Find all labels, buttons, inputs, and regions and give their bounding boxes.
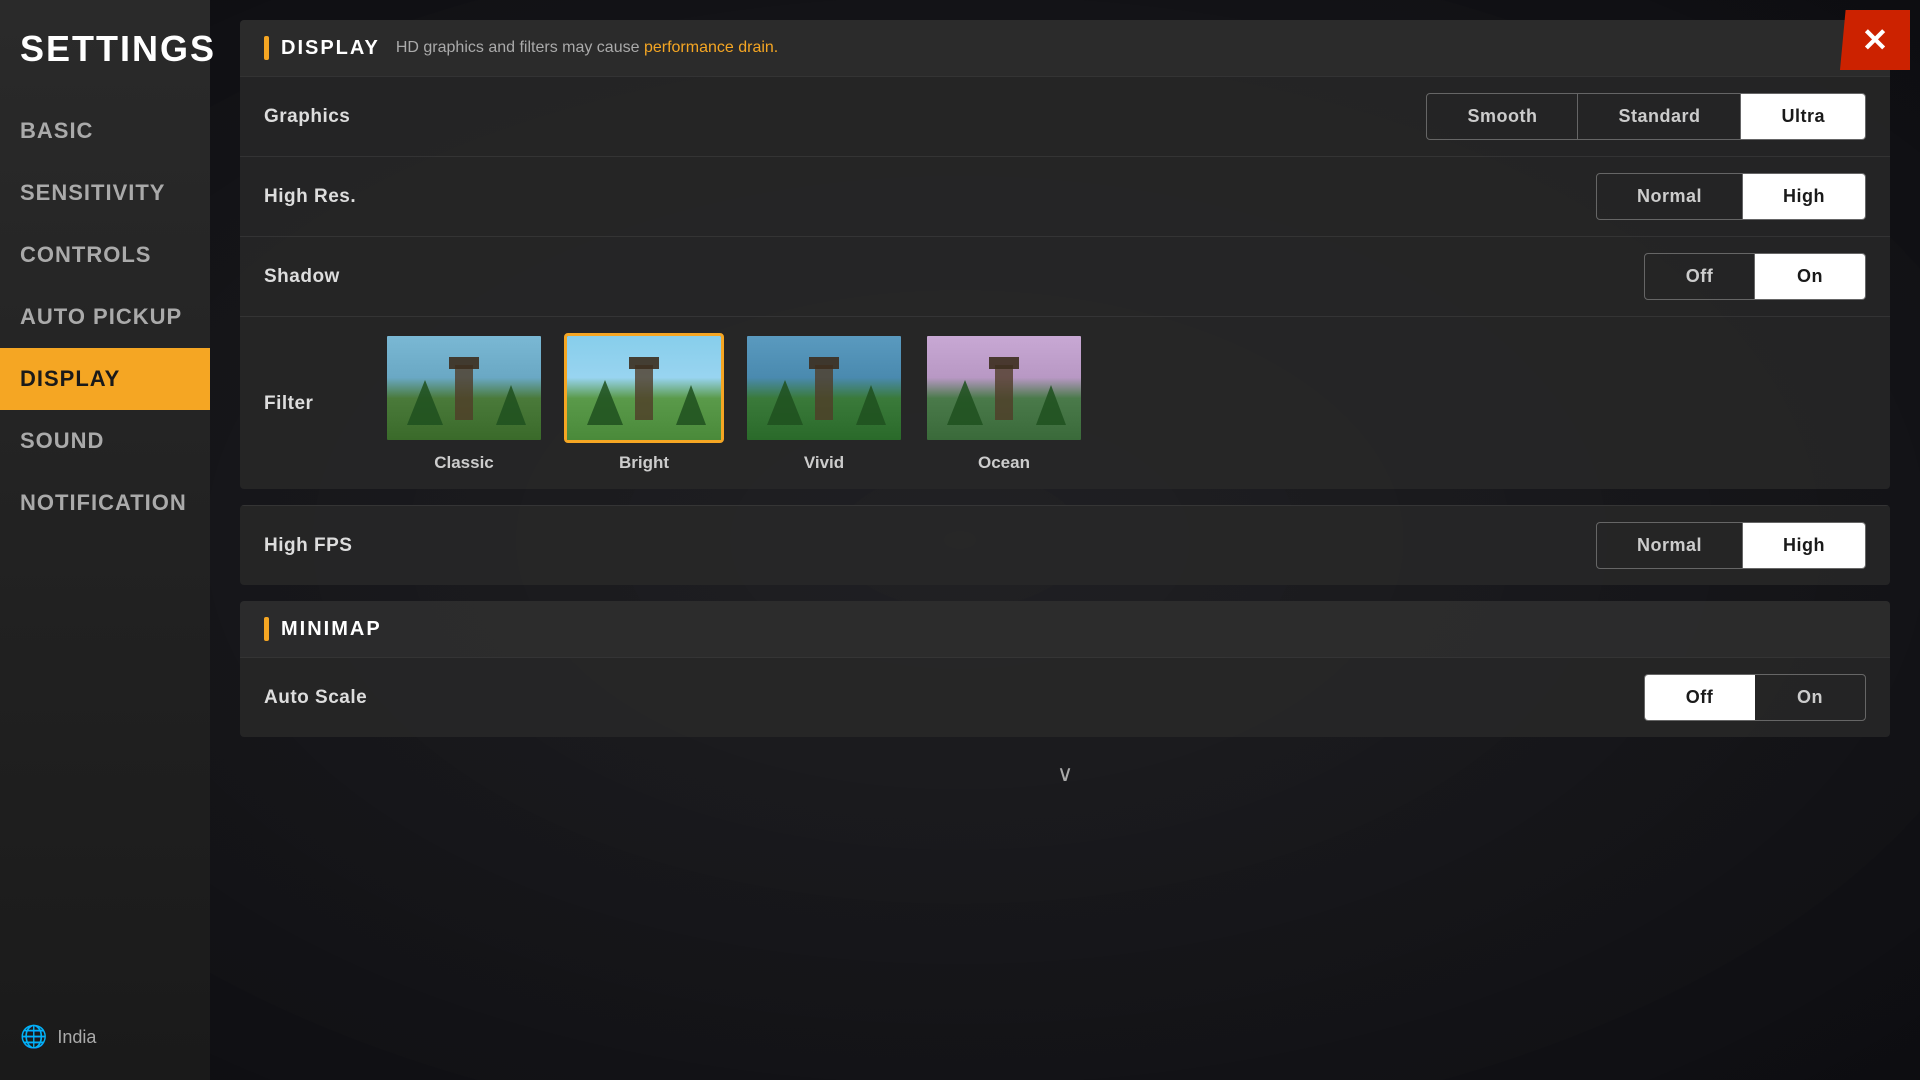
tree-left-icon (587, 380, 623, 425)
graphics-smooth-btn[interactable]: Smooth (1427, 94, 1578, 139)
sidebar: SETTINGS BASIC SENSITIVITY CONTROLS AUTO… (0, 0, 210, 1080)
country-label: India (57, 1027, 96, 1048)
chevron-down-icon: ∨ (1057, 761, 1073, 787)
graphics-toggle-group: Smooth Standard Ultra (1426, 93, 1866, 140)
filter-bright-label: Bright (619, 453, 669, 473)
filter-label: Filter (264, 333, 364, 415)
shadow-row: Shadow Off On (240, 236, 1890, 316)
display-section-subtitle: HD graphics and filters may cause perfor… (396, 39, 778, 57)
filter-ocean-label: Ocean (978, 453, 1030, 473)
tower-icon (995, 365, 1013, 420)
tree-right-icon (1036, 385, 1066, 425)
filter-vivid[interactable]: Vivid (744, 333, 904, 473)
filter-options: Classic Bright (384, 333, 1084, 473)
autoscale-row: Auto Scale Off On (240, 657, 1890, 737)
sidebar-footer: 🌐 India (20, 1024, 96, 1050)
highres-high-btn[interactable]: High (1743, 174, 1865, 219)
minimap-section-header: MINIMAP (240, 601, 1890, 657)
highres-row: High Res. Normal High (240, 156, 1890, 236)
highres-normal-btn[interactable]: Normal (1597, 174, 1743, 219)
filter-vivid-label: Vivid (804, 453, 844, 473)
tree-right-icon (856, 385, 886, 425)
fps-label: High FPS (264, 535, 1596, 557)
sidebar-item-sensitivity[interactable]: SENSITIVITY (0, 162, 210, 224)
close-button[interactable]: ✕ (1840, 10, 1910, 70)
sidebar-item-notification[interactable]: NOTIFICATION (0, 472, 210, 534)
tower-icon (635, 365, 653, 420)
autoscale-off-btn[interactable]: Off (1645, 675, 1755, 720)
graphics-standard-btn[interactable]: Standard (1578, 94, 1741, 139)
highres-label: High Res. (264, 186, 1596, 208)
tree-left-icon (407, 380, 443, 425)
tree-right-icon (496, 385, 526, 425)
shadow-off-btn[interactable]: Off (1645, 254, 1755, 299)
filter-classic-label: Classic (434, 453, 494, 473)
display-section: DISPLAY HD graphics and filters may caus… (240, 20, 1890, 489)
fps-high-btn[interactable]: High (1743, 523, 1865, 568)
autoscale-on-btn[interactable]: On (1755, 675, 1865, 720)
globe-icon: 🌐 (20, 1024, 47, 1050)
minimap-section-title: MINIMAP (281, 618, 382, 641)
graphics-ultra-btn[interactable]: Ultra (1741, 94, 1865, 139)
fps-normal-btn[interactable]: Normal (1597, 523, 1743, 568)
sidebar-item-basic[interactable]: BASIC (0, 100, 210, 162)
filter-classic[interactable]: Classic (384, 333, 544, 473)
display-section-title: DISPLAY (281, 37, 380, 60)
sidebar-item-controls[interactable]: CONTROLS (0, 224, 210, 286)
display-section-header: DISPLAY HD graphics and filters may caus… (240, 20, 1890, 76)
minimap-section: MINIMAP Auto Scale Off On (240, 601, 1890, 737)
fps-section: High FPS Normal High (240, 505, 1890, 585)
scroll-indicator: ∨ (240, 753, 1890, 795)
graphics-row: Graphics Smooth Standard Ultra (240, 76, 1890, 156)
sidebar-item-sound[interactable]: SOUND (0, 410, 210, 472)
shadow-on-btn[interactable]: On (1755, 254, 1865, 299)
graphics-label: Graphics (264, 106, 1426, 128)
main-content: DISPLAY HD graphics and filters may caus… (210, 0, 1920, 1080)
sidebar-item-display[interactable]: DISPLAY (0, 348, 210, 410)
filter-bright-thumb (564, 333, 724, 443)
autoscale-label: Auto Scale (264, 687, 1644, 709)
fps-row: High FPS Normal High (240, 505, 1890, 585)
tower-icon (815, 365, 833, 420)
tree-right-icon (676, 385, 706, 425)
tree-left-icon (947, 380, 983, 425)
sidebar-item-autopickup[interactable]: AUTO PICKUP (0, 286, 210, 348)
settings-title: SETTINGS (0, 0, 210, 100)
shadow-toggle-group: Off On (1644, 253, 1866, 300)
autoscale-toggle-group: Off On (1644, 674, 1866, 721)
filter-ocean[interactable]: Ocean (924, 333, 1084, 473)
minimap-section-bar (264, 617, 269, 641)
filter-vivid-thumb (744, 333, 904, 443)
shadow-label: Shadow (264, 266, 1644, 288)
tree-left-icon (767, 380, 803, 425)
filter-ocean-thumb (924, 333, 1084, 443)
filter-classic-thumb (384, 333, 544, 443)
filter-bright[interactable]: Bright (564, 333, 724, 473)
highres-toggle-group: Normal High (1596, 173, 1866, 220)
section-bar (264, 36, 269, 60)
filter-row: Filter Classic (240, 316, 1890, 489)
tower-icon (455, 365, 473, 420)
fps-toggle-group: Normal High (1596, 522, 1866, 569)
